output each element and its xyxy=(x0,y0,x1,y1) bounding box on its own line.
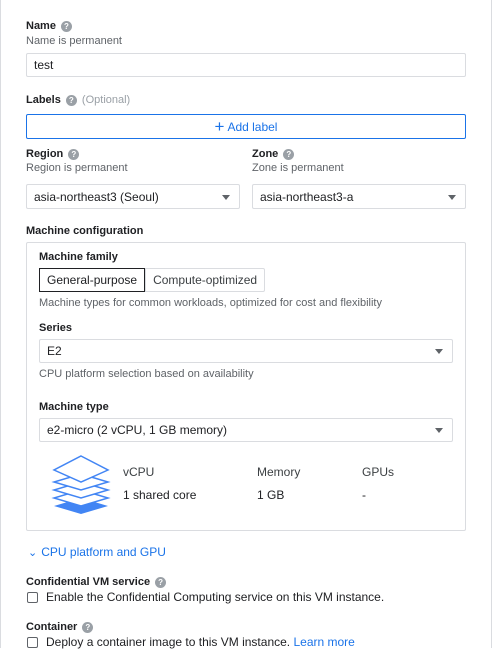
container-label: Container xyxy=(26,621,78,633)
dropdown-arrow-icon xyxy=(435,428,443,433)
cpu-platform-link-text: CPU platform and GPU xyxy=(41,545,166,559)
container-checkbox[interactable] xyxy=(27,637,38,648)
machine-type-select[interactable]: e2-micro (2 vCPU, 1 GB memory) xyxy=(39,418,453,442)
machine-type-label: Machine type xyxy=(39,401,109,413)
container-checkbox-row: Deploy a container image to this VM inst… xyxy=(46,635,355,649)
add-label-text: Add label xyxy=(227,119,278,134)
region-hint: Region is permanent xyxy=(26,162,128,174)
help-icon[interactable]: ? xyxy=(68,148,80,160)
machine-layers-icon xyxy=(51,455,111,514)
name-label-row: Name? xyxy=(26,20,72,32)
confidential-checkbox[interactable] xyxy=(27,592,38,603)
series-value: E2 xyxy=(47,344,62,358)
gpus-header: GPUs xyxy=(362,465,395,479)
series-label: Series xyxy=(39,322,73,334)
machine-family-desc: Machine types for common workloads, opti… xyxy=(39,297,382,309)
confidential-checkbox-text: Enable the Confidential Computing servic… xyxy=(46,590,385,604)
memory-value: 1 GB xyxy=(257,488,285,502)
zone-value: asia-northeast3-a xyxy=(260,189,354,204)
region-label: Region xyxy=(26,148,64,160)
series-hint: CPU platform selection based on availabi… xyxy=(39,368,254,380)
machine-type-value: e2-micro (2 vCPU, 1 GB memory) xyxy=(47,423,228,437)
memory-header: Memory xyxy=(257,465,301,479)
vcpu-header: vCPU xyxy=(123,465,155,479)
zone-select[interactable]: asia-northeast3-a xyxy=(252,184,466,209)
region-select[interactable]: asia-northeast3 (Seoul) xyxy=(26,184,240,209)
help-icon[interactable]: ? xyxy=(283,148,295,160)
dropdown-arrow-icon xyxy=(222,194,230,200)
plus-icon: + xyxy=(214,117,225,136)
container-checkbox-text: Deploy a container image to this VM inst… xyxy=(46,635,291,649)
right-border xyxy=(491,0,492,648)
name-input-value: test xyxy=(34,58,54,72)
name-hint: Name is permanent xyxy=(26,35,122,47)
dropdown-arrow-icon xyxy=(448,194,456,200)
vcpu-value: 1 shared core xyxy=(123,488,197,502)
labels-optional: (Optional) xyxy=(81,94,131,106)
left-border xyxy=(0,0,1,648)
region-value: asia-northeast3 (Seoul) xyxy=(34,189,159,204)
machine-config-heading: Machine configuration xyxy=(26,225,144,237)
zone-label-row: Zone? xyxy=(252,148,295,160)
zone-hint: Zone is permanent xyxy=(252,162,344,174)
learn-more-link[interactable]: Learn more xyxy=(293,635,354,649)
name-input[interactable]: test xyxy=(26,53,466,77)
help-icon[interactable]: ? xyxy=(155,576,167,588)
chevron-down-icon: ⌄ xyxy=(28,547,38,559)
zone-label: Zone xyxy=(252,148,279,160)
labels-label: Labels xyxy=(26,94,61,106)
name-label: Name xyxy=(26,20,56,32)
machine-family-tabs: General-purpose Compute-optimized xyxy=(39,268,266,292)
labels-label-row: Labels? (Optional) xyxy=(26,94,130,106)
tab-general-purpose[interactable]: General-purpose xyxy=(39,268,146,292)
tab-compute-optimized[interactable]: Compute-optimized xyxy=(145,269,264,291)
series-select[interactable]: E2 xyxy=(39,339,453,363)
confidential-label-row: Confidential VM service? xyxy=(26,576,167,588)
container-label-row: Container? xyxy=(26,621,94,633)
confidential-label: Confidential VM service xyxy=(26,576,151,588)
region-label-row: Region? xyxy=(26,148,80,160)
add-label-button[interactable]: + Add label xyxy=(26,114,466,139)
help-icon[interactable]: ? xyxy=(65,94,77,106)
gpus-value: - xyxy=(362,488,366,502)
machine-family-label: Machine family xyxy=(39,251,118,263)
dropdown-arrow-icon xyxy=(435,349,443,354)
cpu-platform-link[interactable]: ⌄ CPU platform and GPU xyxy=(28,545,166,559)
help-icon[interactable]: ? xyxy=(82,621,94,633)
help-icon[interactable]: ? xyxy=(60,20,72,32)
